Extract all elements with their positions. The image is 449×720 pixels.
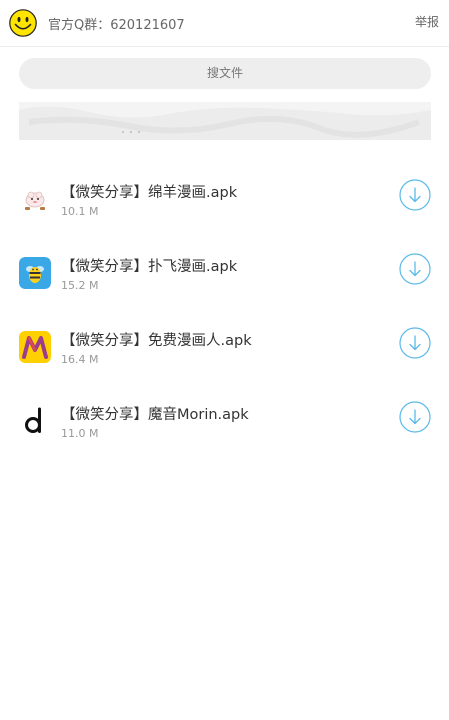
file-size: 10.1 M [61,205,99,218]
file-item[interactable]: 【微笑分享】魔音Morin.apk 11.0 M [0,401,449,475]
bee-app-icon [19,257,51,289]
m-letter-app-icon [19,331,51,363]
header-bar: 官方Q群：620121607 举报 [0,0,449,47]
search-files-button[interactable]: 搜文件 [19,58,431,89]
sheep-app-icon [19,183,51,215]
download-icon[interactable] [399,327,431,359]
download-icon[interactable] [399,401,431,433]
file-name: 【微笑分享】免费漫画人.apk [61,333,252,349]
download-icon[interactable] [399,253,431,285]
file-item[interactable]: 【微笑分享】绵羊漫画.apk 10.1 M [0,179,449,253]
file-name: 【微笑分享】魔音Morin.apk [61,407,249,423]
file-name: 【微笑分享】扑飞漫画.apk [61,259,238,275]
file-name: 【微笑分享】绵羊漫画.apk [61,185,238,201]
blurred-banner [19,102,431,140]
file-item[interactable]: 【微笑分享】免费漫画人.apk 16.4 M [0,327,449,401]
download-icon[interactable] [399,179,431,211]
file-size: 11.0 M [61,427,99,440]
smiley-logo-icon [9,9,37,37]
file-item[interactable]: 【微笑分享】扑飞漫画.apk 15.2 M [0,253,449,327]
search-files-label: 搜文件 [206,66,243,80]
report-link[interactable]: 举报 [415,13,439,30]
d-letter-app-icon [19,405,51,437]
file-size: 16.4 M [61,353,99,366]
qq-group-label: 官方Q群：620121607 [48,18,185,33]
file-size: 15.2 M [61,279,99,292]
